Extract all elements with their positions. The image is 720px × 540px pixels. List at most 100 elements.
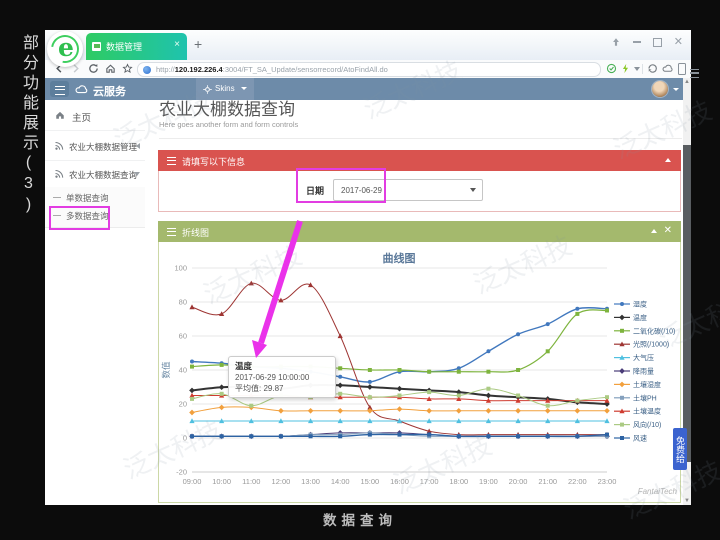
cloud-sync-icon[interactable] bbox=[662, 63, 674, 74]
address-bar[interactable]: http://120.192.226.4:3004/FT_SA_Update/s… bbox=[137, 62, 601, 77]
legend-label: 湿度 bbox=[633, 300, 647, 309]
sidebar-item-data-manage[interactable]: 农业大棚数据管理 bbox=[45, 131, 145, 161]
skins-caret-icon bbox=[241, 87, 247, 90]
svg-text:100: 100 bbox=[174, 264, 187, 273]
svg-text:09:00: 09:00 bbox=[183, 477, 202, 486]
history-undo-icon[interactable] bbox=[647, 63, 658, 74]
favorite-star-icon[interactable] bbox=[122, 63, 133, 74]
page-title: 农业大棚数据查询 bbox=[159, 100, 295, 120]
svg-text:20: 20 bbox=[179, 400, 187, 409]
tooltip-time: 2017-06-29 10:00:00 bbox=[235, 373, 329, 382]
mobile-phone-icon[interactable] bbox=[678, 63, 686, 75]
free-trial-badge[interactable]: 免费给 bbox=[673, 428, 687, 470]
minimize-icon[interactable] bbox=[633, 41, 641, 43]
sidebar-item-label: 农业大棚数据查询 bbox=[69, 169, 137, 181]
form-panel-body: 日期 2017-06-29 bbox=[158, 171, 681, 212]
sidebar-submenu: 单数据查询 多数据查询 bbox=[45, 187, 145, 228]
scroll-up-icon[interactable]: ▲ bbox=[684, 79, 690, 85]
browser-tab[interactable]: 数据管理 × bbox=[86, 33, 187, 60]
user-menu-caret-icon[interactable] bbox=[673, 88, 679, 91]
panel-bars-icon bbox=[167, 228, 176, 236]
expanded-arrow-icon bbox=[134, 172, 140, 176]
extensions-chevron-icon[interactable] bbox=[634, 67, 640, 71]
svg-text:80: 80 bbox=[179, 298, 187, 307]
svg-text:40: 40 bbox=[179, 366, 187, 375]
chart-panel-header[interactable]: 折线图 ✕ bbox=[158, 221, 681, 242]
legend-label: 降雨量 bbox=[633, 367, 654, 376]
speed-bolt-icon[interactable] bbox=[620, 63, 631, 74]
divider bbox=[159, 138, 682, 139]
svg-text:曲线图: 曲线图 bbox=[383, 251, 416, 265]
main-content: 农业大棚数据查询 Here goes another form and form… bbox=[145, 100, 683, 505]
tooltip-value: 平均值: 29.87 bbox=[235, 383, 329, 394]
tab-close-icon[interactable]: × bbox=[174, 39, 180, 50]
legend-label: 风向(/10) bbox=[633, 420, 661, 429]
svg-text:数值: 数值 bbox=[161, 361, 171, 379]
bottom-caption: 数据查询 bbox=[0, 509, 720, 529]
window-controls: ✕ bbox=[611, 37, 683, 47]
chart-tooltip: 温度 2017-06-29 10:00:00 平均值: 29.87 bbox=[228, 356, 336, 398]
svg-text:-20: -20 bbox=[176, 468, 187, 477]
brand-title[interactable]: 云服务 bbox=[93, 83, 126, 99]
security-check-icon[interactable] bbox=[606, 63, 617, 74]
legend-label: 风速 bbox=[633, 435, 647, 443]
close-window-icon[interactable]: ✕ bbox=[674, 38, 683, 47]
rss-icon bbox=[54, 141, 64, 151]
svg-text:18:00: 18:00 bbox=[449, 477, 468, 486]
browser-logo-icon[interactable]: e bbox=[47, 31, 83, 67]
skins-dropdown[interactable]: Skins bbox=[196, 78, 254, 100]
sidebar-subitem-label: 多数据查询 bbox=[66, 210, 109, 222]
browser-menu-icon[interactable] bbox=[690, 69, 699, 78]
legend-label: 土壤温度 bbox=[633, 407, 661, 416]
boss-key-icon[interactable] bbox=[611, 37, 621, 47]
scroll-down-icon[interactable]: ▼ bbox=[684, 498, 690, 504]
svg-text:20:00: 20:00 bbox=[509, 477, 528, 486]
svg-text:11:00: 11:00 bbox=[242, 477, 260, 486]
new-tab-button[interactable]: + bbox=[194, 36, 202, 52]
sidebar-subitem-label: 单数据查询 bbox=[66, 192, 109, 204]
date-label: 日期 bbox=[306, 184, 324, 197]
chart-panel: 折线图 ✕ 100806040200-2009:0010:0011:0012:0… bbox=[158, 221, 681, 503]
browser-tab-bar: 数据管理 × + ✕ bbox=[45, 30, 691, 60]
scrollbar-thumb[interactable] bbox=[683, 145, 691, 462]
svg-text:15:00: 15:00 bbox=[360, 477, 379, 486]
tab-title: 数据管理 bbox=[106, 40, 142, 53]
form-panel-header[interactable]: 请填写以下信息 bbox=[158, 150, 681, 171]
tree-dash-icon bbox=[53, 197, 61, 198]
date-select[interactable]: 2017-06-29 bbox=[333, 179, 483, 201]
svg-text:17:00: 17:00 bbox=[420, 477, 439, 486]
cloud-brand-icon bbox=[75, 84, 89, 94]
svg-text:10:00: 10:00 bbox=[212, 477, 231, 486]
legend-label: 二氧化碳(/10) bbox=[633, 326, 675, 335]
home-icon bbox=[55, 110, 65, 120]
home-icon[interactable] bbox=[105, 63, 116, 74]
reload-icon[interactable] bbox=[88, 63, 99, 74]
svg-text:60: 60 bbox=[179, 332, 187, 341]
site-globe-icon bbox=[143, 66, 151, 74]
panel-close-icon[interactable]: ✕ bbox=[664, 225, 672, 236]
date-select-value: 2017-06-29 bbox=[341, 186, 382, 195]
sidebar-item-label: 主页 bbox=[72, 110, 91, 124]
svg-text:19:00: 19:00 bbox=[479, 477, 498, 486]
sidebar-item-home[interactable]: 主页 bbox=[45, 100, 145, 131]
tab-favicon-icon bbox=[92, 42, 101, 51]
legend-label: 土壤PH bbox=[633, 393, 657, 402]
legend-label: 温度 bbox=[633, 313, 647, 322]
svg-text:22:00: 22:00 bbox=[568, 477, 587, 486]
collapse-chevron-icon[interactable] bbox=[665, 158, 671, 162]
svg-text:23:00: 23:00 bbox=[598, 477, 617, 486]
app-navbar: 云服务 Skins bbox=[45, 78, 683, 100]
svg-text:FantaiTech: FantaiTech bbox=[638, 487, 678, 496]
maximize-icon[interactable] bbox=[653, 38, 662, 47]
collapsed-arrow-icon bbox=[136, 143, 140, 149]
user-avatar[interactable] bbox=[652, 81, 668, 97]
chart-panel-body: 100806040200-2009:0010:0011:0012:0013:00… bbox=[158, 242, 681, 503]
sidebar-toggle-button[interactable] bbox=[50, 81, 69, 97]
side-caption: 部分功能展示(3) bbox=[8, 34, 40, 217]
page-subtitle: Here goes another form and form controls bbox=[159, 120, 298, 129]
legend-label: 土壤湿度 bbox=[633, 380, 661, 389]
sidebar: 主页 农业大棚数据管理 农业大棚数据查询 单数据查询 多数据查询 bbox=[45, 100, 146, 505]
sidebar-item-data-query[interactable]: 农业大棚数据查询 bbox=[45, 161, 145, 188]
collapse-chevron-icon[interactable] bbox=[651, 229, 657, 233]
tooltip-series: 温度 bbox=[235, 360, 329, 372]
